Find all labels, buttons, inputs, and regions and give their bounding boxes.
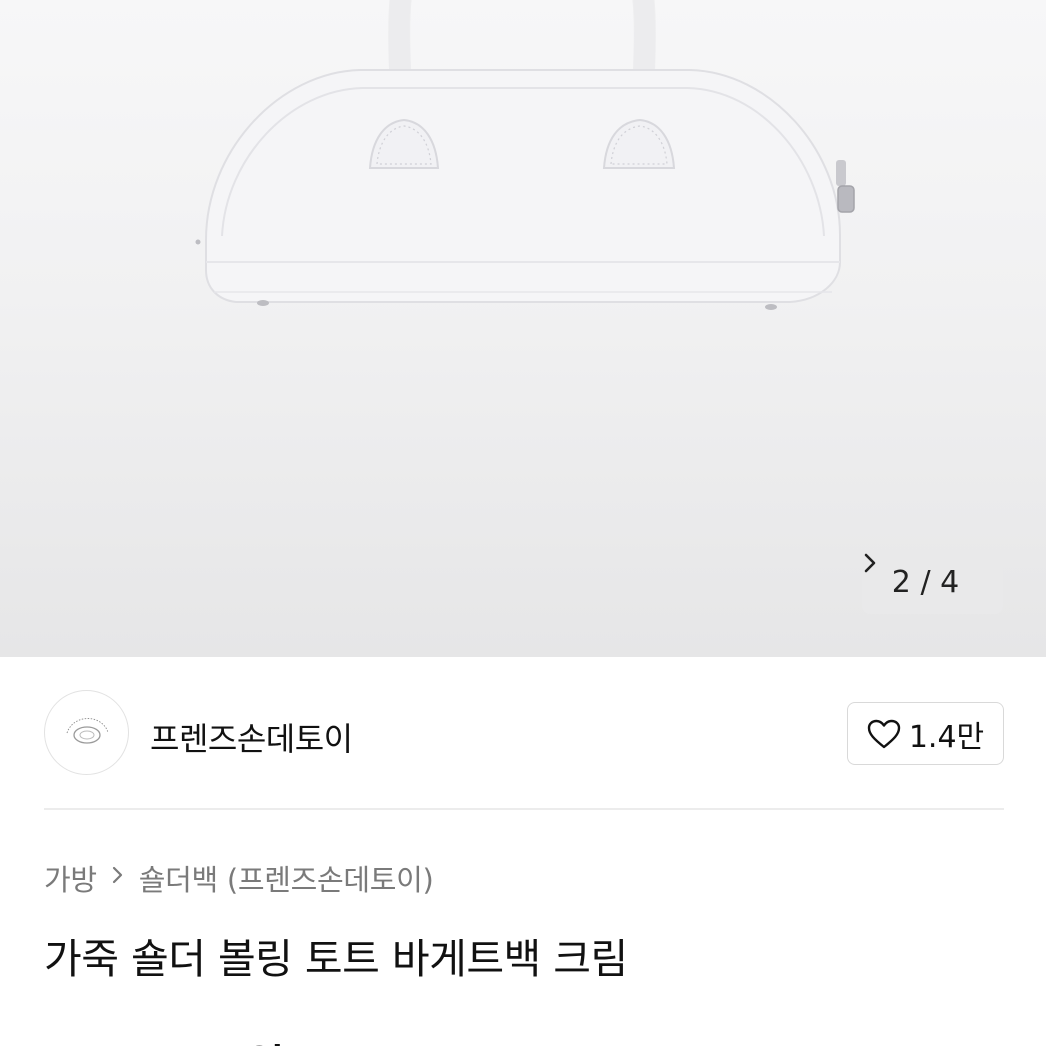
breadcrumb-item-subcategory[interactable]: 숄더백 (프렌즈손데토이) [139, 857, 434, 899]
like-count: 1.4만 [908, 719, 985, 755]
product-title: 가죽 숄더 볼링 토트 바게트백 크림 [44, 935, 628, 983]
heart-outline-icon [867, 719, 901, 748]
breadcrumb: 가방 숄더백 (프렌즈손데토이) [44, 858, 434, 898]
image-counter[interactable]: 2 / 4 [862, 551, 1003, 614]
seller-logo-icon [66, 717, 108, 744]
seller-name[interactable]: 프렌즈손데토이 [150, 714, 353, 760]
chevron-right-icon [111, 863, 125, 893]
breadcrumb-item-category[interactable]: 가방 [44, 857, 97, 899]
like-button[interactable]: 1.4만 [847, 702, 1004, 765]
divider [44, 808, 1004, 810]
product-price: 172,000원 [44, 1030, 285, 1046]
image-counter-text: 2 / 4 [891, 565, 960, 600]
seller-avatar[interactable] [44, 690, 129, 775]
seller-row: 프렌즈손데토이 1.4만 [44, 690, 1004, 775]
product-image-gallery[interactable]: 2 / 4 [0, 0, 1046, 657]
